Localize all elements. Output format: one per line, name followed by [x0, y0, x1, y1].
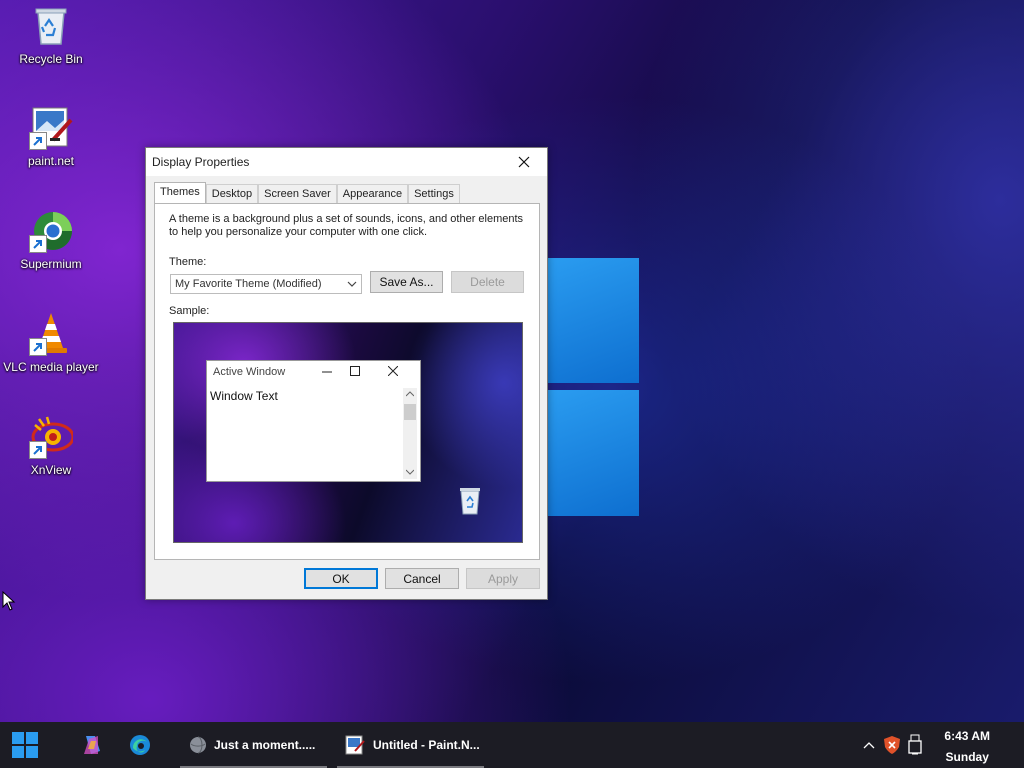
themes-panel: A theme is a background plus a set of so… [154, 203, 540, 560]
shield-icon [884, 736, 900, 754]
preview-window-text: Window Text [210, 389, 278, 403]
app-sphere-icon [190, 736, 206, 754]
shortcut-arrow-icon [29, 132, 47, 150]
taskbar-clock[interactable]: 6:43 AM Sunday [944, 726, 990, 768]
desktop-icon-recycle-bin[interactable]: Recycle Bin [1, 4, 101, 66]
recycle-bin-icon [29, 4, 73, 48]
desktop-icon-label: VLC media player [3, 360, 99, 374]
xnview-icon [29, 415, 75, 459]
start-button[interactable] [4, 722, 46, 768]
delete-button[interactable]: Delete [451, 271, 524, 293]
preview-maximize-icon [344, 362, 366, 380]
theme-description: A theme is a background plus a set of so… [169, 213, 524, 238]
desktop-icon-label: Supermium [20, 257, 82, 271]
dialog-titlebar[interactable]: Display Properties [146, 148, 547, 176]
desktop-icon-paint-net[interactable]: paint.net [1, 106, 101, 168]
copilot-icon [84, 736, 100, 754]
tray-usb-button[interactable] [904, 722, 926, 768]
tab-settings[interactable]: Settings [408, 184, 460, 203]
preview-close-icon [382, 362, 404, 380]
close-icon [518, 156, 530, 168]
theme-select-value: My Favorite Theme (Modified) [175, 278, 322, 290]
desktop-icon-label: Recycle Bin [19, 52, 83, 66]
mouse-cursor-icon [2, 591, 16, 611]
copilot-button[interactable] [72, 722, 112, 768]
shortcut-arrow-icon [29, 441, 47, 459]
preview-minimize-icon [316, 362, 338, 380]
theme-label: Theme: [169, 256, 207, 268]
desktop-icon-vlc[interactable]: VLC media player [1, 312, 101, 374]
wallpaper-windows-logo [548, 258, 640, 516]
theme-sample-preview: Active Window Window Text [173, 322, 523, 543]
save-as-button[interactable]: Save As... [370, 271, 443, 293]
cancel-button[interactable]: Cancel [385, 568, 459, 589]
clock-day: Sunday [945, 750, 989, 764]
taskbar-app-browser[interactable]: Just a moment..... [180, 722, 327, 768]
preview-active-window: Active Window Window Text [206, 360, 421, 482]
tab-appearance[interactable]: Appearance [336, 184, 409, 203]
desktop-icon-supermium[interactable]: Supermium [1, 209, 101, 271]
tab-desktop[interactable]: Desktop [205, 184, 259, 203]
sample-label: Sample: [169, 305, 210, 317]
taskbar-app-label: Untitled - Paint.N... [373, 738, 480, 752]
supermium-icon [29, 209, 73, 253]
taskbar-app-label: Just a moment..... [214, 738, 316, 752]
desktop-icon-label: XnView [30, 463, 72, 477]
shortcut-arrow-icon [29, 338, 47, 356]
chevron-up-icon [863, 742, 875, 749]
tab-themes[interactable]: Themes [154, 182, 206, 203]
desktop-icon-xnview[interactable]: XnView [1, 415, 101, 477]
apply-button[interactable]: Apply [466, 568, 540, 589]
paint-net-icon [29, 106, 73, 150]
windows-start-icon [12, 732, 38, 758]
chevron-down-icon [347, 281, 357, 287]
dialog-title: Display Properties [152, 155, 250, 169]
edge-button[interactable] [120, 722, 160, 768]
theme-select[interactable]: My Favorite Theme (Modified) [170, 274, 362, 294]
display-properties-dialog: Display Properties Themes Desktop Screen… [145, 147, 548, 600]
ok-button[interactable]: OK [304, 568, 378, 589]
taskbar-app-paint-net[interactable]: Untitled - Paint.N... [337, 722, 484, 768]
paint-net-icon [345, 735, 365, 755]
show-hidden-icons-button[interactable] [858, 722, 880, 768]
shortcut-arrow-icon [29, 235, 47, 253]
preview-scrollbar [403, 388, 417, 479]
taskbar: Just a moment..... Untitled - Paint.N...… [0, 722, 1024, 768]
usb-drive-icon [908, 734, 922, 755]
tab-strip: Themes Desktop Screen Saver Appearance S… [154, 182, 460, 203]
close-button[interactable] [501, 148, 547, 176]
tab-screen-saver[interactable]: Screen Saver [258, 184, 337, 203]
clock-time: 6:43 AM [944, 729, 990, 743]
vlc-cone-icon [29, 312, 73, 356]
tray-security-button[interactable] [880, 722, 904, 768]
desktop-icon-label: paint.net [27, 154, 75, 168]
edge-browser-icon [130, 735, 150, 755]
preview-recycle-bin-icon [460, 488, 480, 515]
preview-window-title: Active Window [213, 366, 286, 378]
